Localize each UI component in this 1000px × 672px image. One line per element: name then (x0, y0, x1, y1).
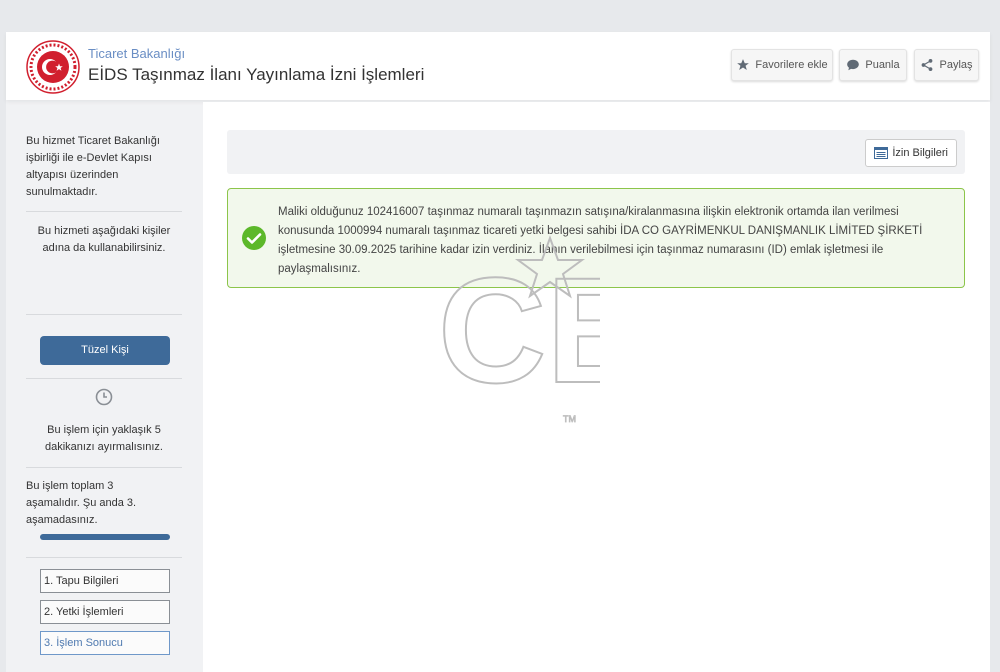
izin-bilgileri-label: İzin Bilgileri (892, 147, 948, 159)
sidebar-divider (26, 314, 182, 315)
step-yetki-islemleri[interactable]: 2. Yetki İşlemleri (40, 600, 170, 624)
sidebar-divider (26, 378, 182, 379)
alert-message: Maliki olduğunuz 102416007 taşınmaz numa… (278, 206, 923, 275)
izin-bilgileri-button[interactable]: İzin Bilgileri (865, 139, 957, 167)
clock-icon (95, 388, 113, 406)
success-alert: Maliki olduğunuz 102416007 taşınmaz numa… (227, 188, 965, 288)
header: Ticaret Bakanlığı EİDS Taşınmaz İlanı Ya… (6, 32, 990, 100)
step-islem-sonucu[interactable]: 3. İşlem Sonucu (40, 631, 170, 655)
check-circle-icon (242, 226, 266, 250)
page-title: EİDS Taşınmaz İlanı Yayınlama İzni İşlem… (88, 65, 425, 84)
sidebar-divider (26, 211, 182, 212)
duration-text: Bu işlem için yaklaşık 5 dakikanızı ayır… (45, 424, 163, 453)
sidebar-divider (26, 467, 182, 468)
service-info: Bu hizmet Ticaret Bakanlığı işbirliği il… (26, 135, 160, 198)
share-icon (922, 59, 933, 71)
rate-label: Puanla (865, 59, 900, 71)
share-label: Paylaş (939, 59, 973, 71)
usable-for-text: Bu hizmeti aşağıdaki kişiler adına da ku… (37, 225, 171, 254)
stage-progress-bar (40, 534, 170, 540)
star-icon (737, 59, 750, 70)
sidebar-divider (26, 557, 182, 558)
comment-icon (847, 59, 860, 71)
list-icon (874, 147, 889, 159)
step-tapu-bilgileri[interactable]: 1. Tapu Bilgileri (40, 569, 170, 593)
rate-button[interactable]: Puanla (839, 49, 907, 81)
sidebar: Bu hizmet Ticaret Bakanlığı işbirliği il… (26, 127, 182, 672)
page-card: Ticaret Bakanlığı EİDS Taşınmaz İlanı Ya… (6, 32, 990, 672)
share-button[interactable]: Paylaş (914, 49, 979, 81)
ministry-name: Ticaret Bakanlığı (88, 46, 186, 61)
tuzel-kisi-button[interactable]: Tüzel Kişi (40, 336, 170, 365)
favorite-label: Favorilere ekle (755, 59, 828, 71)
favorite-button[interactable]: Favorilere ekle (731, 49, 833, 81)
toolbar: İzin Bilgileri (227, 130, 965, 174)
main-panel: İzin Bilgileri Maliki olduğunuz 10241600… (203, 102, 990, 672)
stage-info: Bu işlem toplam 3 aşamalıdır. Şu anda 3.… (26, 480, 137, 526)
ministry-logo (26, 40, 80, 94)
